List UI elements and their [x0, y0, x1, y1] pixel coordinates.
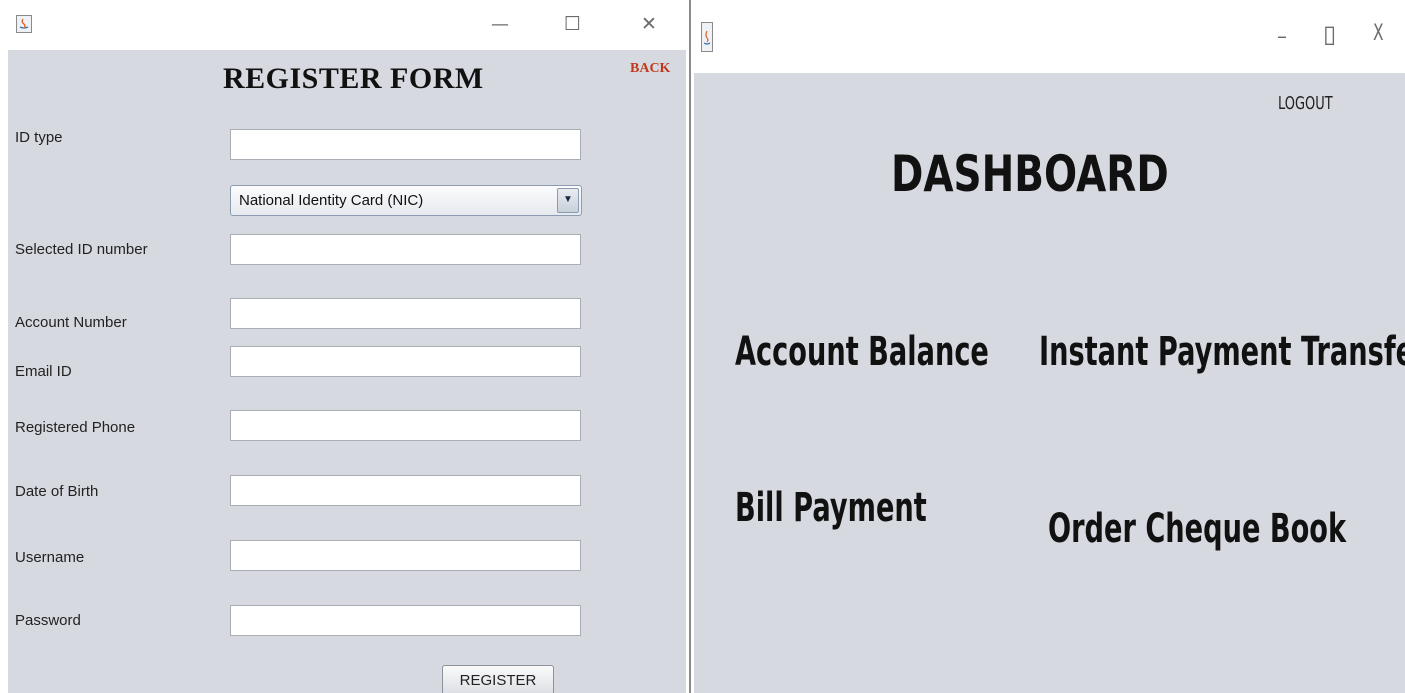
date-of-birth-field[interactable]	[230, 475, 581, 506]
username-label: Username	[15, 549, 85, 566]
register-form-panel: REGISTER FORM BACK ID type National Iden…	[8, 50, 686, 693]
close-icon: ✕	[641, 13, 657, 35]
register-window: — ☐ ✕ REGISTER FORM BACK ID type Nationa…	[0, 0, 686, 693]
account-number-label: Account Number	[15, 314, 127, 331]
close-button[interactable]: X	[1373, 21, 1384, 46]
dropdown-button[interactable]: ▼	[557, 188, 579, 213]
divider-line	[689, 0, 691, 693]
window-divider	[686, 0, 694, 693]
bill-payment-button[interactable]: Bill Payment	[735, 485, 927, 531]
order-cheque-book-button[interactable]: Order Cheque Book	[1048, 506, 1346, 552]
instant-payment-transfer-button[interactable]: Instant Payment Transfer	[1039, 329, 1405, 375]
minimize-icon: –	[1277, 24, 1287, 48]
close-icon: X	[1373, 21, 1384, 46]
email-id-field[interactable]	[230, 346, 581, 377]
register-button[interactable]: REGISTER	[442, 665, 554, 693]
maximize-button[interactable]: ☐	[564, 13, 581, 35]
dashboard-titlebar: – ▯ X	[694, 0, 1405, 52]
email-id-label: Email ID	[15, 363, 72, 380]
maximize-button[interactable]: ▯	[1323, 20, 1336, 48]
maximize-icon: ▯	[1323, 20, 1337, 48]
password-label: Password	[15, 612, 81, 629]
dashboard-title: DASHBOARD	[891, 145, 1169, 203]
minimize-button[interactable]: —	[491, 14, 509, 35]
id-type-label: ID type	[15, 129, 63, 146]
username-field[interactable]	[230, 540, 581, 571]
account-number-field[interactable]	[230, 298, 581, 329]
account-balance-button[interactable]: Account Balance	[735, 329, 989, 375]
dashboard-window: – ▯ X LOGOUT DASHBOARD Account Balance I…	[694, 0, 1405, 693]
id-type-select[interactable]: National Identity Card (NIC) ▼	[230, 185, 582, 216]
registered-phone-field[interactable]	[230, 410, 581, 441]
back-link[interactable]: BACK	[630, 61, 670, 77]
id-type-select-value: National Identity Card (NIC)	[239, 192, 424, 209]
logout-button[interactable]: LOGOUT	[1278, 93, 1333, 114]
selected-id-number-label: Selected ID number	[15, 241, 148, 258]
form-title: REGISTER FORM	[223, 62, 484, 95]
minimize-button[interactable]: –	[1277, 24, 1287, 48]
selected-id-number-field[interactable]	[230, 234, 581, 265]
id-type-field[interactable]	[230, 129, 581, 160]
close-button[interactable]: ✕	[641, 13, 657, 35]
date-of-birth-label: Date of Birth	[15, 483, 99, 500]
java-app-icon	[701, 22, 713, 52]
dashboard-panel: LOGOUT DASHBOARD Account Balance Instant…	[694, 73, 1405, 693]
java-app-icon	[16, 15, 32, 33]
dropdown-arrow-icon: ▼	[563, 194, 573, 205]
registered-phone-label: Registered Phone	[15, 419, 136, 436]
register-titlebar: — ☐ ✕	[0, 0, 686, 50]
minimize-icon: —	[491, 14, 509, 35]
password-field[interactable]	[230, 605, 581, 636]
maximize-icon: ☐	[564, 13, 582, 35]
